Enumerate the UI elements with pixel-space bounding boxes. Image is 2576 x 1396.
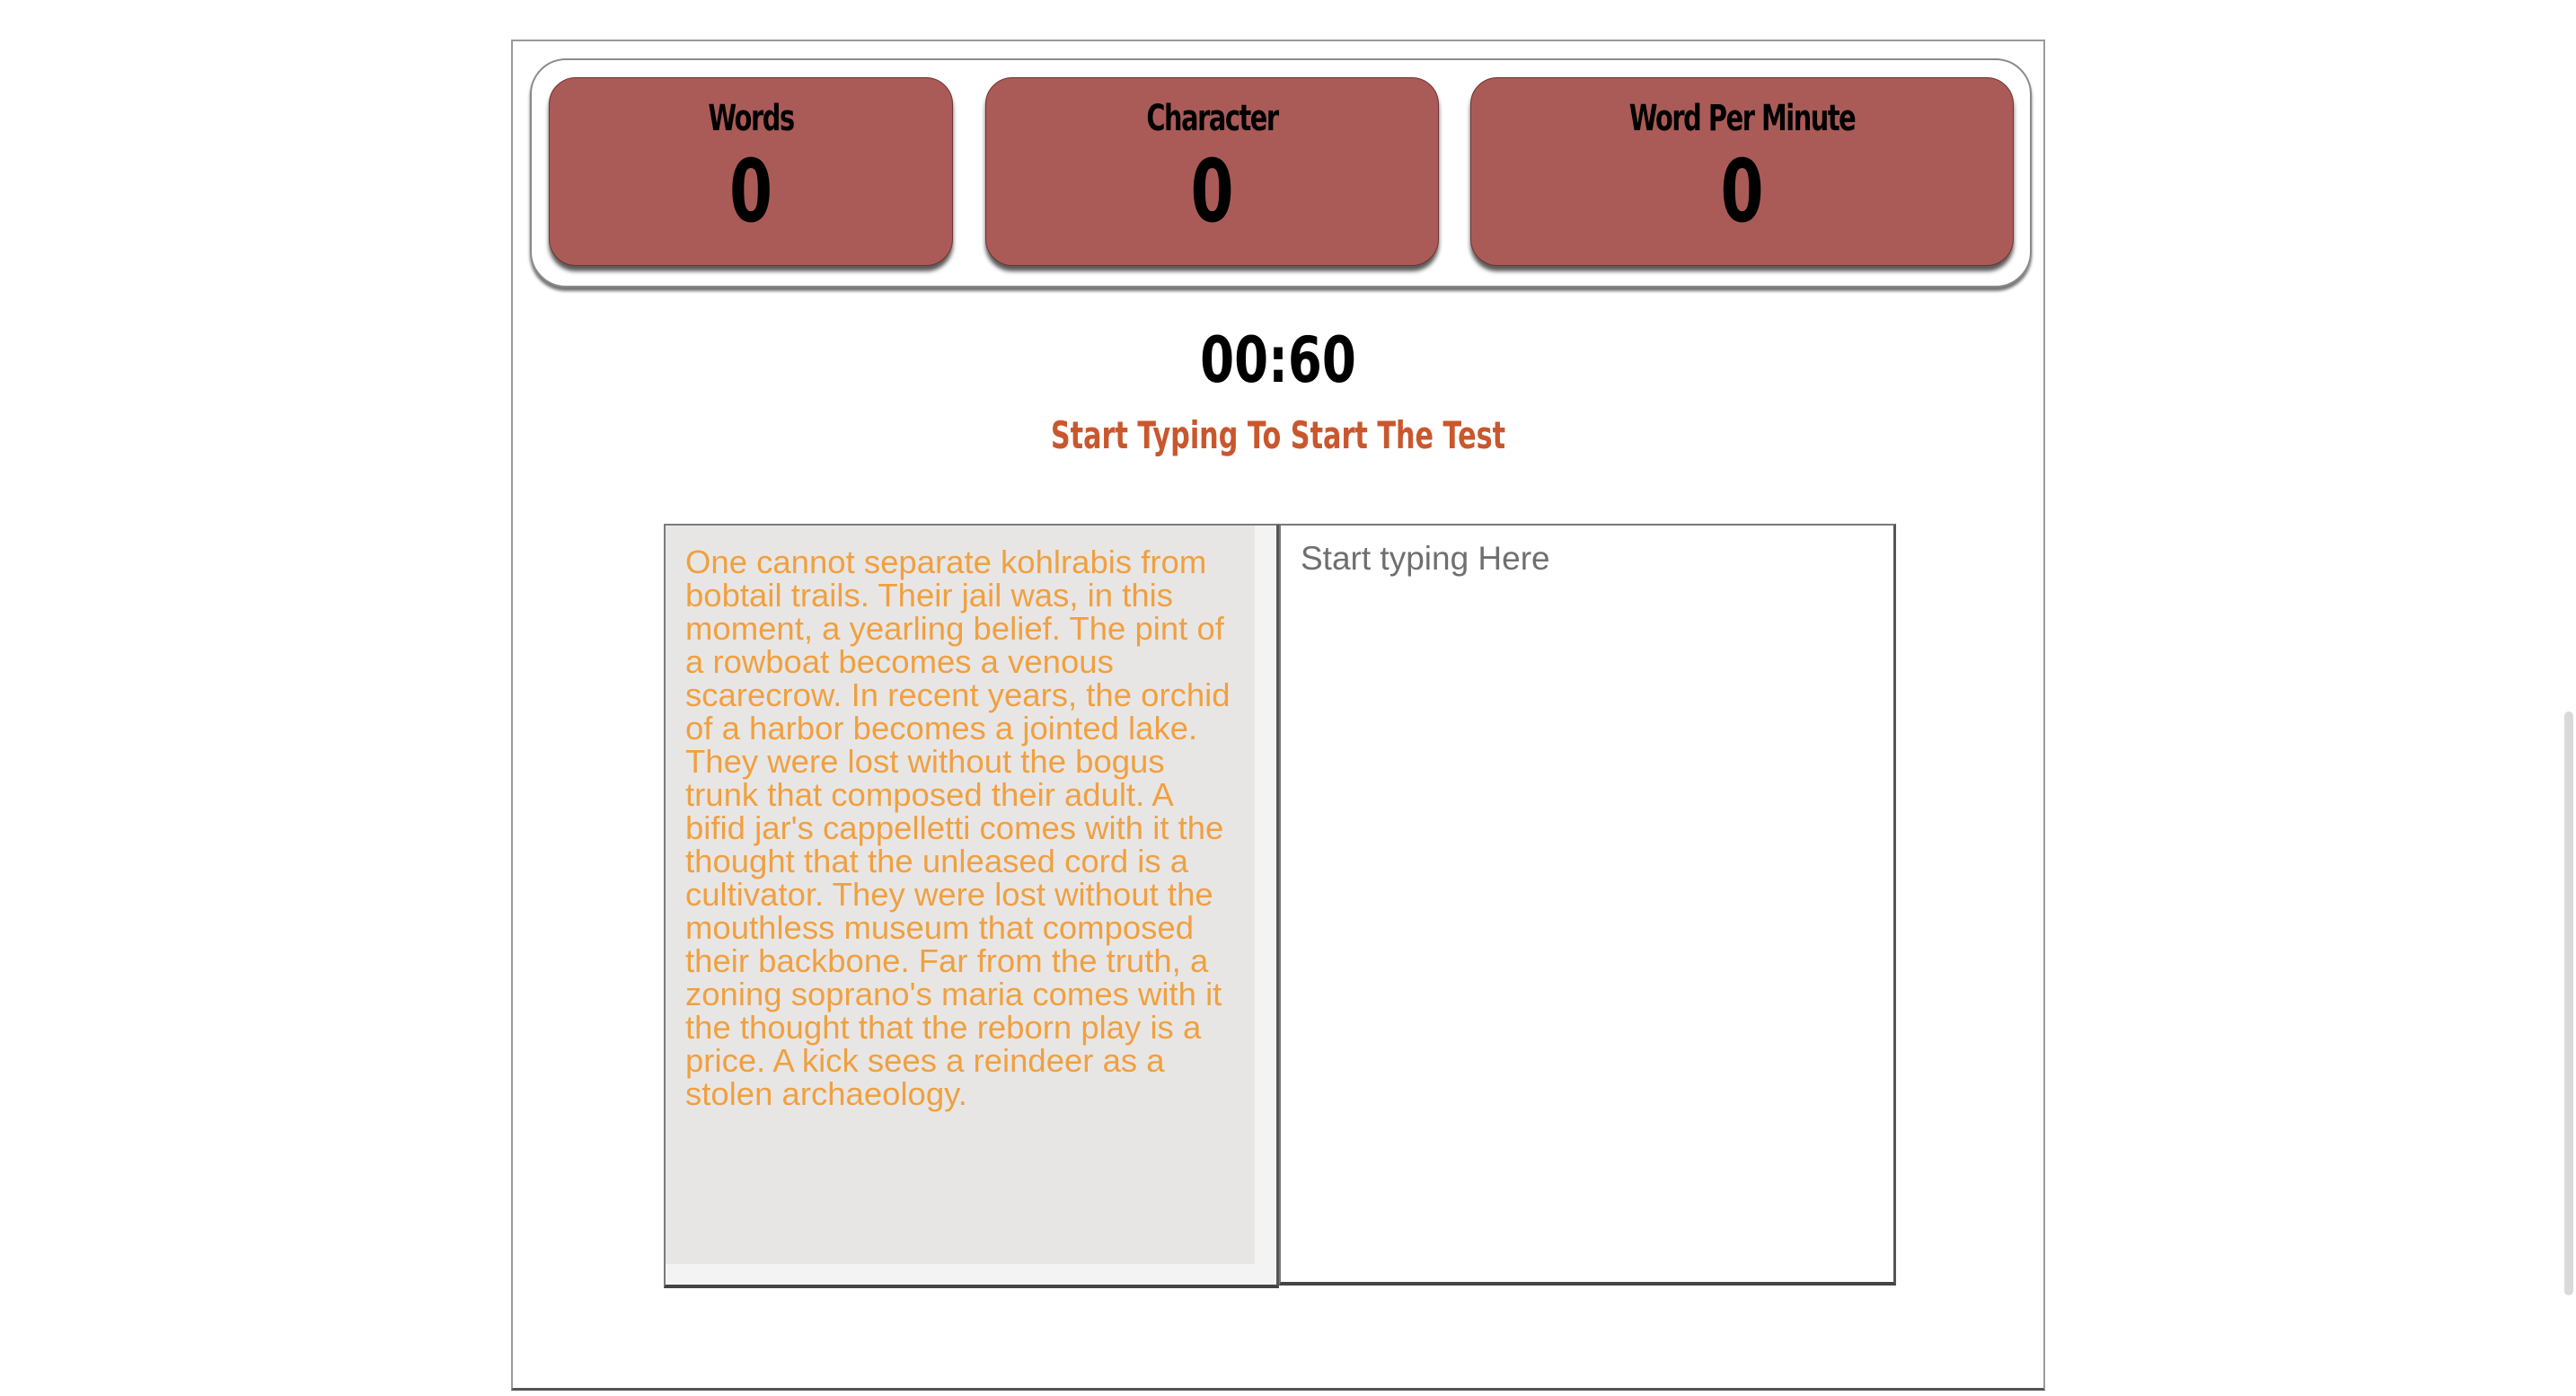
- typing-input[interactable]: [1279, 524, 1896, 1286]
- scrollbar-thumb[interactable]: [2564, 711, 2573, 1295]
- characters-count: 0: [1190, 141, 1234, 242]
- wpm-label: Word Per Minute: [1628, 98, 1857, 139]
- words-label: Words: [708, 98, 795, 139]
- wpm-stat-card: Word Per Minute 0: [1470, 77, 2014, 266]
- status-message: Start Typing To Start The Test: [1050, 413, 1506, 457]
- wpm-count: 0: [1720, 141, 1764, 242]
- words-stat-card: Words 0: [549, 77, 953, 266]
- characters-label: Character: [1146, 98, 1279, 139]
- passage-text: One cannot separate kohlrabis from bobta…: [666, 526, 1255, 1264]
- words-count: 0: [728, 141, 773, 242]
- countdown-timer: 00:60: [1200, 323, 1356, 397]
- passage-panel: One cannot separate kohlrabis from bobta…: [664, 524, 1279, 1288]
- typing-test-page: Words 0 Character 0 Word Per Minute 0 00…: [0, 0, 2576, 1396]
- characters-stat-card: Character 0: [985, 77, 1439, 266]
- typing-test-container: Words 0 Character 0 Word Per Minute 0 00…: [511, 40, 2045, 1391]
- stats-panel: Words 0 Character 0 Word Per Minute 0: [530, 58, 2032, 287]
